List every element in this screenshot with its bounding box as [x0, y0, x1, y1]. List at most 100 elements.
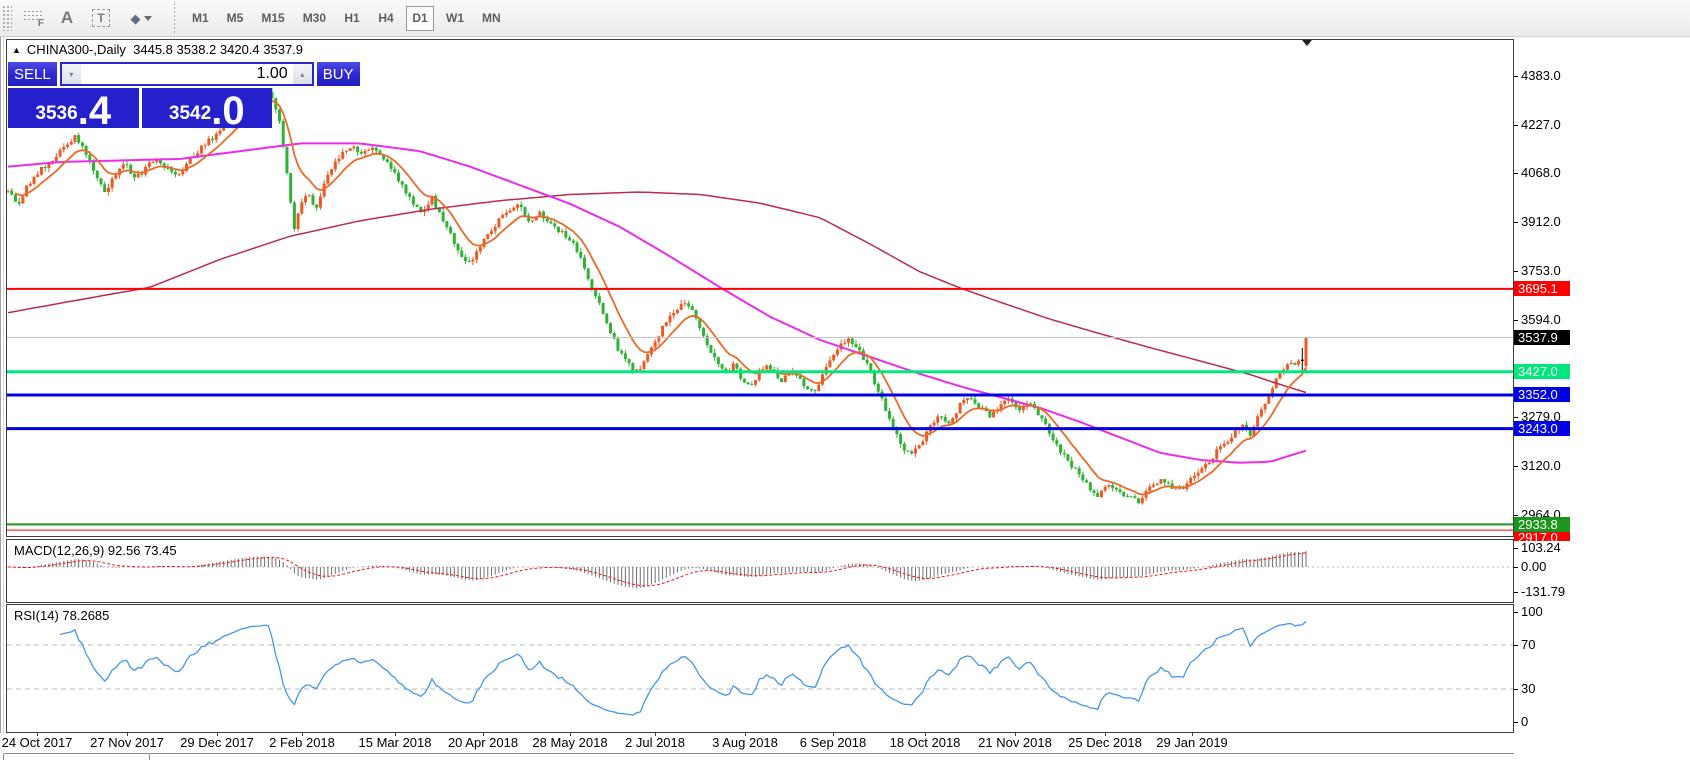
- rsi-tick-label: 0: [1521, 714, 1528, 729]
- text-tool-icon: T: [92, 9, 109, 27]
- date-tick-label: 20 Apr 2018: [448, 735, 518, 750]
- price-tick-label: 4227.0: [1521, 117, 1561, 132]
- chevron-down-icon: [144, 16, 152, 21]
- date-axis[interactable]: 24 Oct 201727 Nov 201729 Dec 20172 Feb 2…: [0, 733, 1690, 752]
- price-tick-mark: [1514, 173, 1518, 174]
- rsi-tick-label: 30: [1521, 681, 1535, 696]
- timeframe-button-h4[interactable]: H4: [372, 6, 400, 31]
- price-tick-label: 3912.0: [1521, 214, 1561, 229]
- bid-price-display[interactable]: 3536.4: [8, 88, 139, 128]
- ask-int: 3542: [169, 104, 211, 123]
- arrows-icon: ◆: [131, 12, 141, 25]
- macd-pane[interactable]: MACD(12,26,9) 92.56 73.45: [6, 539, 1514, 603]
- bid-dec: .4: [78, 95, 111, 128]
- symbol-period-label: CHINA300-,Daily: [27, 42, 126, 57]
- ask-price-display[interactable]: 3542.0: [142, 88, 273, 128]
- rsi-tick-label: 70: [1521, 637, 1535, 652]
- macd-label: MACD(12,26,9) 92.56 73.45: [14, 543, 177, 558]
- volume-stepper: ▾ ▴: [60, 62, 314, 86]
- macd-chart[interactable]: [7, 540, 1513, 602]
- price-badge-3537.9: 3537.9: [1514, 330, 1570, 345]
- timeframe-button-w1[interactable]: W1: [440, 6, 470, 31]
- price-tick-label: 3594.0: [1521, 312, 1561, 327]
- timeframe-toolbar: M1M5M15 M30H1H4D1W1MN: [183, 6, 510, 31]
- ask-dec: .0: [211, 95, 244, 128]
- text-tool-button[interactable]: T: [84, 4, 118, 32]
- text-label-icon: A: [61, 8, 73, 28]
- text-label-tool-button[interactable]: A: [50, 4, 84, 32]
- macd-tick-mark: [1514, 548, 1518, 549]
- date-tick-label: 28 May 2018: [532, 735, 607, 750]
- ma-mid-line: [8, 143, 1306, 462]
- price-badge-3695.1: 3695.1: [1514, 281, 1570, 296]
- rsi-chart[interactable]: [7, 605, 1513, 732]
- date-tick-label: 29 Jan 2019: [1156, 735, 1228, 750]
- timeframe-button-mn[interactable]: MN: [476, 6, 507, 31]
- sell-button[interactable]: SELL: [8, 62, 57, 86]
- price-badge-2933.8: 2933.8: [1514, 517, 1570, 532]
- macd-tick-label: 0.00: [1521, 559, 1546, 574]
- toolbar-grip[interactable]: [2, 5, 12, 31]
- price-tick-mark: [1514, 271, 1518, 272]
- price-tick-mark: [1514, 466, 1518, 467]
- date-tick-label: 27 Nov 2017: [90, 735, 164, 750]
- macd-tick-label: 103.24: [1521, 540, 1561, 555]
- timeframe-button-m1[interactable]: M1: [186, 6, 215, 31]
- fibonacci-icon: F: [24, 10, 42, 26]
- price-badge-2917.0: 2917.0: [1514, 531, 1570, 541]
- macd-tick-mark: [1514, 592, 1518, 593]
- arrows-tool-button[interactable]: ◆: [118, 4, 164, 32]
- chart-tab-strip: [0, 752, 1690, 759]
- date-tick-label: 29 Dec 2017: [180, 735, 254, 750]
- rsi-tick-mark: [1514, 689, 1518, 690]
- price-tick-mark: [1514, 222, 1518, 223]
- timeframe-button-m5[interactable]: M5: [221, 6, 250, 31]
- date-tick-label: 3 Aug 2018: [712, 735, 778, 750]
- window-left-edge: [0, 37, 1, 759]
- rsi-label: RSI(14) 78.2685: [14, 608, 109, 623]
- macd-signal-line: [8, 553, 1306, 586]
- rsi-pane[interactable]: RSI(14) 78.2685: [6, 604, 1514, 733]
- buy-button[interactable]: BUY: [317, 62, 360, 86]
- timeframe-button-h1[interactable]: H1: [338, 6, 366, 31]
- date-tick-label: 2 Feb 2018: [269, 735, 335, 750]
- price-badge-3243.0: 3243.0: [1514, 421, 1570, 436]
- rsi-tick-label: 100: [1521, 604, 1543, 619]
- volume-increase-button[interactable]: ▴: [293, 64, 312, 84]
- top-toolbar: F A T ◆ M1M5M15 M30H1H4D1W1MN: [0, 0, 1690, 37]
- price-badge-3352.0: 3352.0: [1514, 387, 1570, 402]
- ohlc-values: 3445.8 3538.2 3420.4 3537.9: [133, 42, 303, 57]
- bid-int: 3536: [35, 104, 77, 123]
- price-axis[interactable]: 4383.04227.04068.03912.03753.03594.03279…: [1514, 37, 1690, 752]
- chart-shift-marker[interactable]: [1302, 40, 1312, 46]
- date-tick-label: 25 Dec 2018: [1068, 735, 1142, 750]
- date-tick-label: 18 Oct 2018: [890, 735, 961, 750]
- tab-strip-edge: [150, 753, 1514, 754]
- candles: [7, 88, 1308, 504]
- timeframe-button-d1[interactable]: D1: [406, 6, 434, 31]
- price-tick-mark: [1514, 76, 1518, 77]
- collapse-arrow-icon[interactable]: ▲: [12, 45, 21, 55]
- fibonacci-tool-button[interactable]: F: [16, 4, 50, 32]
- macd-histogram: [8, 551, 1306, 588]
- price-tick-mark: [1514, 417, 1518, 418]
- date-tick-label: 6 Sep 2018: [800, 735, 867, 750]
- date-tick-label: 2 Jul 2018: [625, 735, 685, 750]
- rsi-tick-mark: [1514, 722, 1518, 723]
- rsi-tick-mark: [1514, 645, 1518, 646]
- toolbar-separator: [174, 3, 175, 33]
- timeframe-button-m15[interactable]: M15: [255, 6, 290, 31]
- price-tick-mark: [1514, 125, 1518, 126]
- price-tick-label: 4068.0: [1521, 165, 1561, 180]
- date-tick-label: 21 Nov 2018: [978, 735, 1052, 750]
- price-tick-label: 3120.0: [1521, 458, 1561, 473]
- macd-tick-label: -131.79: [1521, 584, 1565, 599]
- price-tick-label: 4383.0: [1521, 68, 1561, 83]
- chart-title: ▲ CHINA300-,Daily 3445.8 3538.2 3420.4 35…: [12, 42, 303, 57]
- ma-slow-line: [8, 192, 1306, 392]
- volume-input[interactable]: [81, 64, 293, 84]
- volume-decrease-button[interactable]: ▾: [62, 64, 81, 84]
- timeframe-button-m30[interactable]: M30: [297, 6, 332, 31]
- date-tick-label: 15 Mar 2018: [359, 735, 432, 750]
- window-left-edge-inner: [3, 37, 4, 759]
